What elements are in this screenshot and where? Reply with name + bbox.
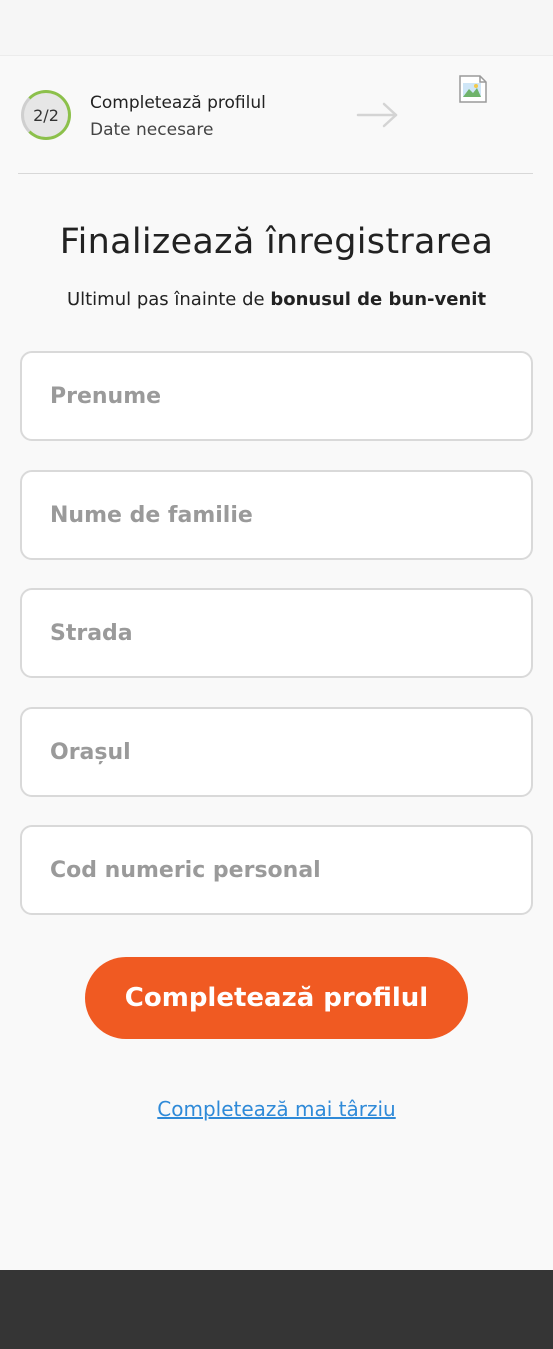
cnp-input[interactable] — [20, 825, 533, 915]
page-title: Finalizează înregistrarea — [59, 222, 494, 262]
top-strip — [0, 0, 553, 56]
step-counter: 2/2 — [33, 105, 59, 125]
arrow-right-icon — [356, 102, 398, 128]
street-input[interactable] — [20, 588, 533, 678]
broken-image-icon — [459, 75, 487, 103]
step-title: Completează profilul — [90, 93, 266, 113]
step-header: 2/2 Completează profilul Date necesare — [18, 56, 533, 174]
step-subtitle: Date necesare — [90, 120, 214, 140]
complete-later-link[interactable]: Completează mai târziu — [0, 1097, 553, 1121]
complete-profile-button[interactable]: Completează profilul — [85, 957, 468, 1039]
page-subtitle-prefix: Ultimul pas înainte de — [66, 289, 271, 310]
page-subtitle-bold: bonusul de bun-venit — [270, 289, 487, 310]
first-name-input[interactable] — [20, 351, 533, 441]
page-subtitle: Ultimul pas înainte de bonusul de bun-ve… — [0, 289, 553, 310]
step-progress-indicator: 2/2 — [21, 90, 71, 140]
city-input[interactable] — [20, 707, 533, 797]
bottom-bar — [0, 1270, 553, 1349]
last-name-input[interactable] — [20, 470, 533, 560]
